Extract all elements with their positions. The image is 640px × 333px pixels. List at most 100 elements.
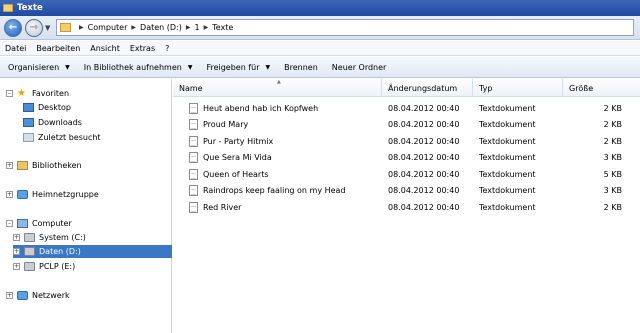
file-type: Textdokument (479, 186, 536, 196)
file-row[interactable]: Red River 08.04.2012 00:40 Textdokument … (173, 199, 640, 216)
tree-data-drive[interactable]: + Daten (D:) (13, 245, 172, 258)
back-button[interactable]: ← (4, 18, 22, 37)
menu-bar: Datei Bearbeiten Ansicht Extras ? (0, 41, 640, 56)
tree-pclp-drive[interactable]: + PCLP (E:) (13, 260, 75, 273)
tree-homegroup[interactable]: + Heimnetzgruppe (6, 188, 99, 201)
organize-button[interactable]: Organisieren ▼ (8, 63, 70, 72)
file-date: 08.04.2012 00:40 (388, 169, 460, 179)
expand-icon[interactable]: + (6, 191, 13, 198)
expand-icon[interactable]: + (13, 263, 20, 270)
crumb-texte[interactable]: Texte (212, 23, 233, 32)
forward-button[interactable]: → (25, 18, 43, 37)
menu-datei[interactable]: Datei (5, 44, 26, 53)
share-label: Freigeben für (206, 62, 260, 72)
chevron-right-icon[interactable]: ▶ (79, 24, 84, 31)
menu-bearbeiten[interactable]: Bearbeiten (36, 44, 80, 53)
crumb-computer[interactable]: Computer (88, 23, 128, 32)
title-bar: Texte (0, 0, 640, 16)
file-row[interactable]: Que Sera Mi Vida 08.04.2012 00:40 Textdo… (173, 150, 640, 167)
column-type-header[interactable]: Typ (473, 79, 563, 97)
file-type: Textdokument (479, 153, 536, 163)
homegroup-icon (17, 190, 28, 199)
libraries-icon (17, 161, 28, 170)
collapse-icon[interactable]: – (6, 220, 13, 227)
folder-icon (3, 4, 13, 12)
navigation-pane: – ★ Favoriten Desktop Downloads Zuletzt … (0, 79, 172, 333)
file-name: Que Sera Mi Vida (203, 153, 272, 163)
file-date: 08.04.2012 00:40 (388, 153, 460, 163)
file-name: Pur - Party Hitmix (203, 136, 274, 146)
file-row[interactable]: Pur - Party Hitmix 08.04.2012 00:40 Text… (173, 133, 640, 150)
file-row[interactable]: Raindrops keep faaling on my Head 08.04.… (173, 183, 640, 200)
drive-icon (24, 233, 35, 242)
tree-recent[interactable]: Zuletzt besucht (23, 131, 101, 144)
desktop-icon (23, 103, 34, 112)
downloads-icon (23, 118, 34, 127)
tree-label: System (C:) (39, 233, 86, 242)
add-to-library-button[interactable]: In Bibliothek aufnehmen ▼ (84, 63, 193, 72)
file-date: 08.04.2012 00:40 (388, 120, 460, 130)
chevron-right-icon[interactable]: ▶ (131, 24, 136, 31)
computer-icon (17, 219, 28, 228)
file-size: 2 KB (603, 202, 622, 212)
tree-system-drive[interactable]: + System (C:) (13, 231, 86, 244)
tree-downloads[interactable]: Downloads (23, 116, 82, 129)
text-document-icon (189, 152, 198, 164)
collapse-icon[interactable]: – (6, 90, 13, 97)
share-button[interactable]: Freigeben für ▼ (206, 63, 270, 72)
tree-label: Heimnetzgruppe (32, 190, 99, 199)
recent-pages-dropdown-icon[interactable]: ▼ (45, 24, 50, 32)
file-type: Textdokument (479, 136, 536, 146)
file-name: Red River (203, 202, 242, 212)
column-label: Typ (479, 83, 493, 93)
menu-help[interactable]: ? (165, 44, 169, 53)
new-folder-button[interactable]: Neuer Ordner (332, 63, 387, 72)
sort-ascending-icon: ▲ (277, 79, 281, 85)
tree-label: Bibliotheken (32, 161, 82, 170)
tree-network[interactable]: + Netzwerk (6, 289, 70, 302)
crumb-daten[interactable]: Daten (D:) (140, 23, 182, 32)
tree-desktop[interactable]: Desktop (23, 101, 71, 114)
tree-label: PCLP (E:) (39, 262, 76, 271)
star-icon: ★ (17, 88, 26, 99)
address-toolbar: ← → ▼ ▶ Computer ▶ Daten (D:) ▶ 1 ▶ Text… (0, 16, 640, 40)
file-row[interactable]: Heut abend hab ich Kopfweh 08.04.2012 00… (173, 100, 640, 117)
drive-icon (24, 247, 35, 256)
file-type: Textdokument (479, 103, 536, 113)
crumb-1[interactable]: 1 (195, 23, 200, 32)
file-row[interactable]: Queen of Hearts 08.04.2012 00:40 Textdok… (173, 166, 640, 183)
network-icon (17, 291, 28, 300)
file-type: Textdokument (479, 202, 536, 212)
expand-icon[interactable]: + (6, 162, 13, 169)
tree-computer[interactable]: – Computer (6, 217, 72, 230)
command-toolbar: Organisieren ▼ In Bibliothek aufnehmen ▼… (0, 57, 640, 78)
menu-extras[interactable]: Extras (130, 44, 155, 53)
tree-libraries[interactable]: + Bibliotheken (6, 159, 82, 172)
file-date: 08.04.2012 00:40 (388, 202, 460, 212)
file-row[interactable]: Proud Mary 08.04.2012 00:40 Textdokument… (173, 117, 640, 134)
expand-icon[interactable]: + (6, 292, 13, 299)
chevron-right-icon[interactable]: ▶ (204, 24, 209, 31)
file-list-pane: ▲ Name Änderungsdatum Typ Größe Heut abe… (173, 79, 640, 333)
file-size: 3 KB (603, 153, 622, 163)
chevron-right-icon[interactable]: ▶ (186, 24, 191, 31)
expand-icon[interactable]: + (13, 248, 20, 255)
text-document-icon (189, 201, 198, 213)
column-label: Größe (569, 83, 594, 93)
column-size-header[interactable]: Größe (563, 79, 640, 97)
column-label: Name (179, 83, 203, 93)
file-size: 2 KB (603, 103, 622, 113)
organize-label: Organisieren (8, 62, 60, 72)
column-date-header[interactable]: Änderungsdatum (382, 79, 473, 97)
burn-label: Brennen (284, 62, 318, 72)
column-label: Änderungsdatum (388, 83, 458, 93)
expand-icon[interactable]: + (13, 234, 20, 241)
tree-favorites[interactable]: – ★ Favoriten (6, 87, 69, 100)
menu-ansicht[interactable]: Ansicht (90, 44, 120, 53)
burn-button[interactable]: Brennen (284, 63, 318, 72)
drive-icon (24, 262, 35, 271)
library-label: In Bibliothek aufnehmen (83, 62, 182, 72)
address-field[interactable]: ▶ Computer ▶ Daten (D:) ▶ 1 ▶ Texte (56, 19, 634, 36)
column-name-header[interactable]: ▲ Name (173, 79, 382, 97)
file-name: Queen of Hearts (203, 169, 269, 179)
